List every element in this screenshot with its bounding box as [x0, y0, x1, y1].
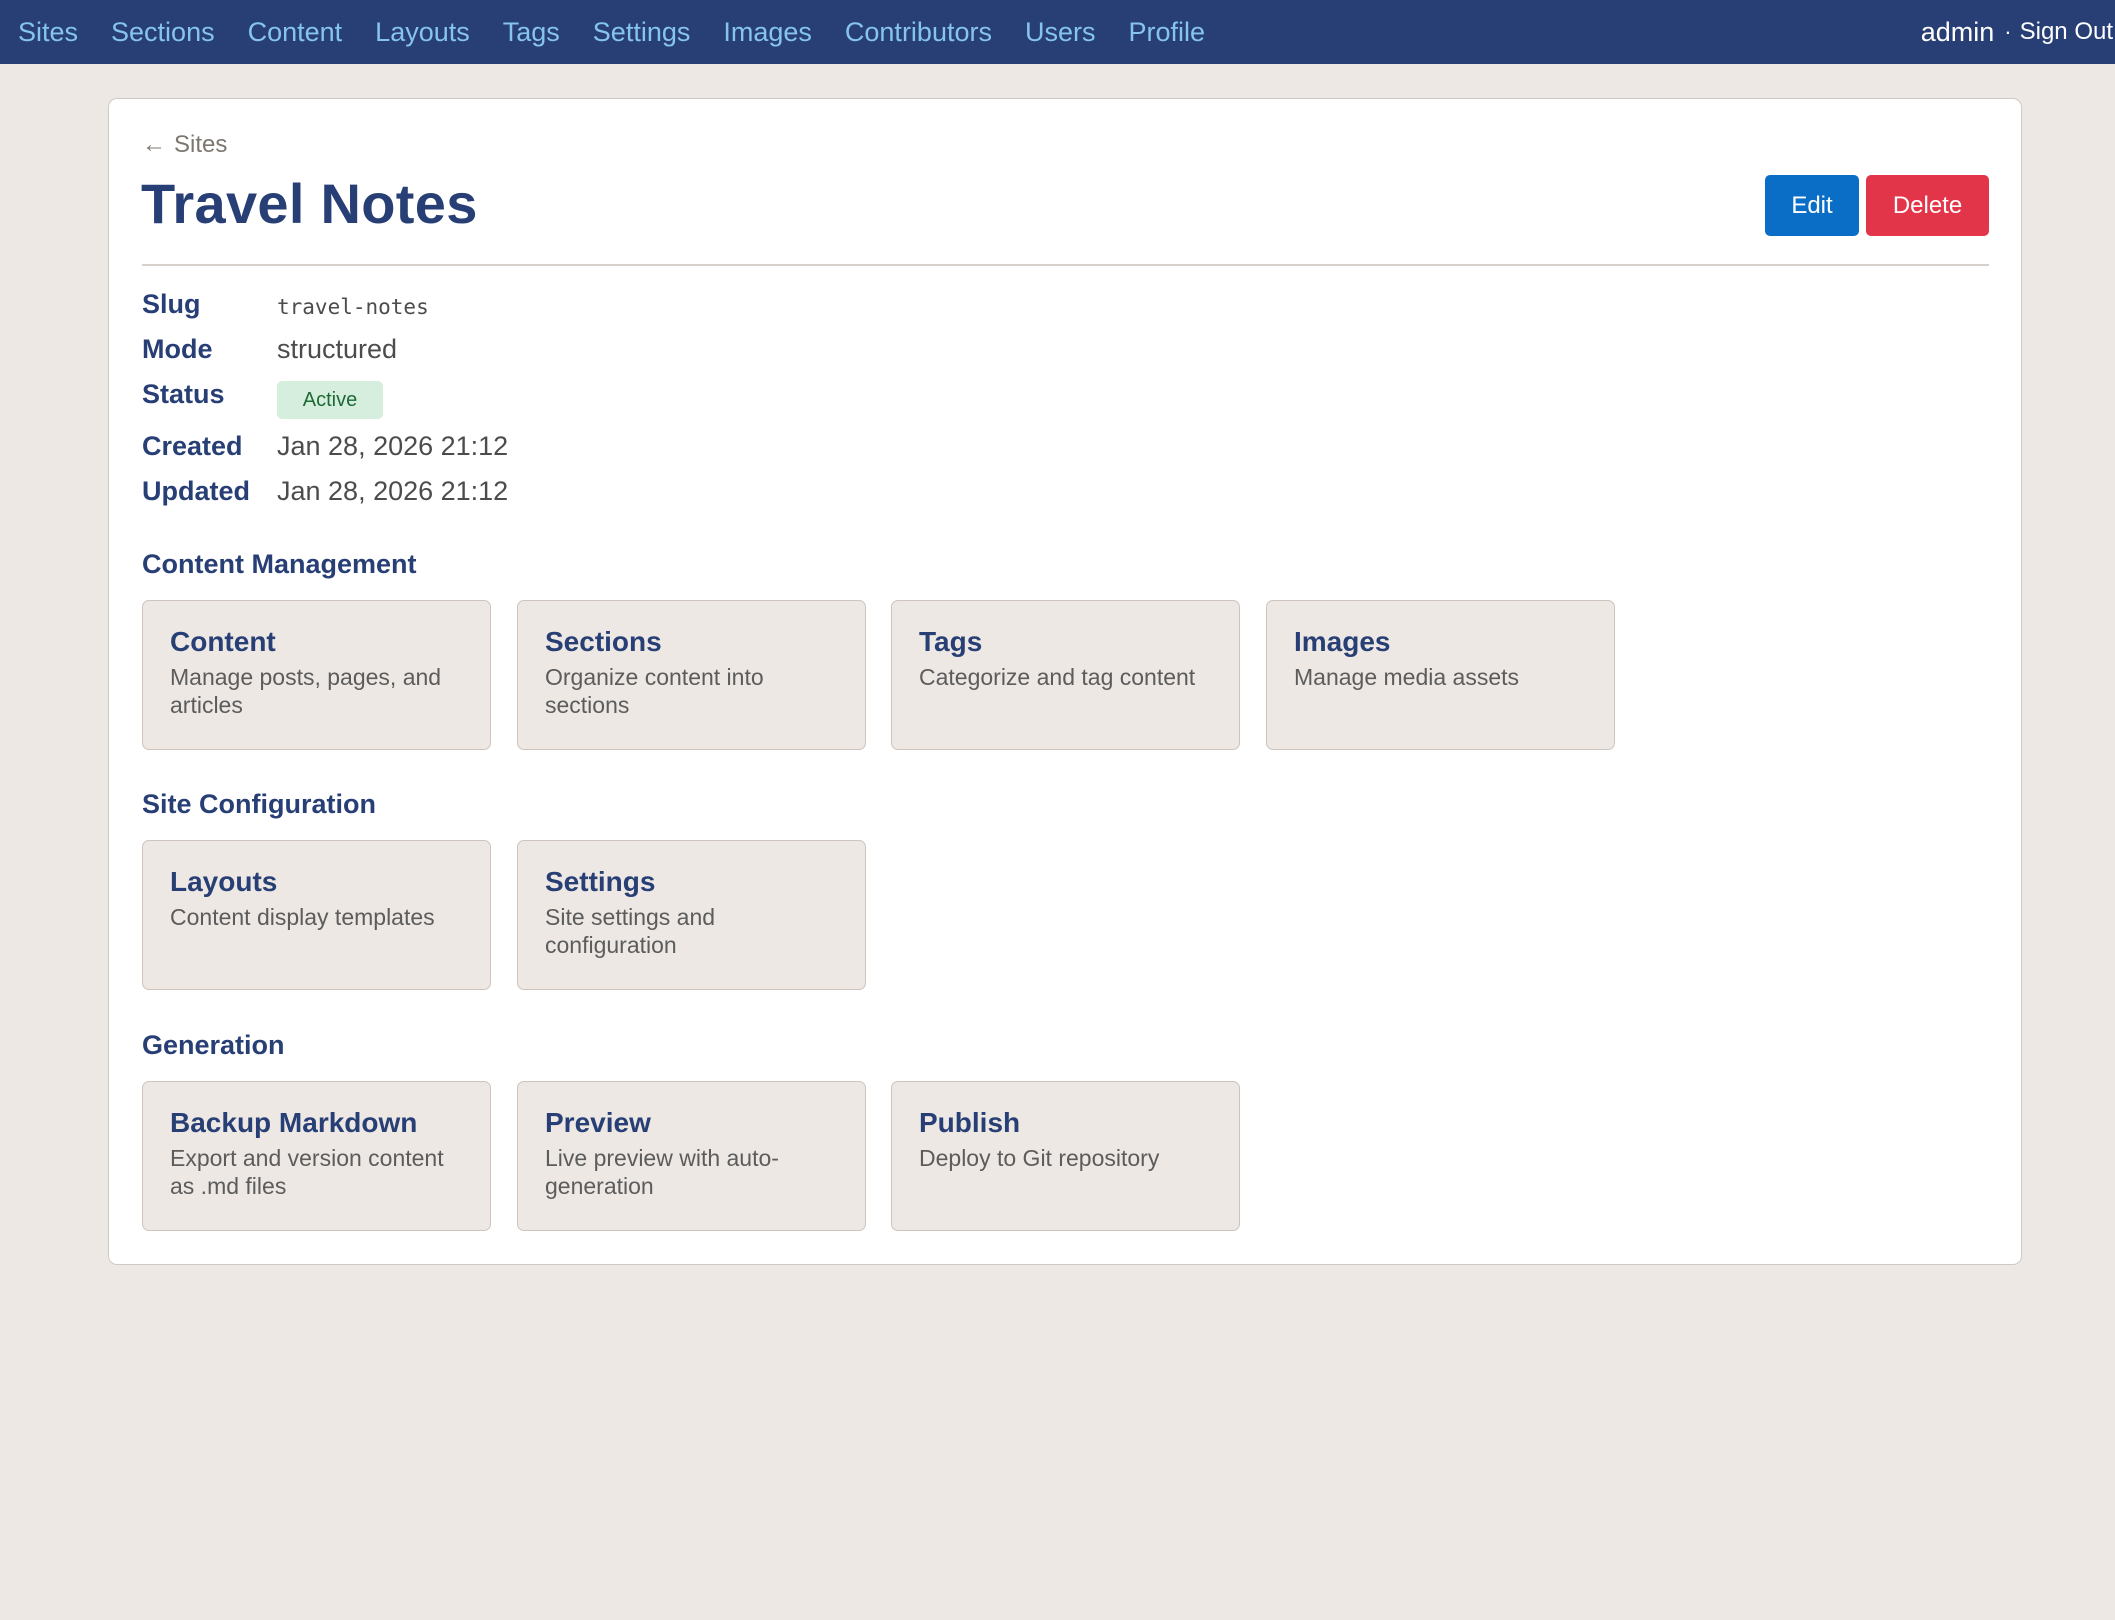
- arrow-left-icon: ←: [142, 131, 166, 158]
- tile-sections[interactable]: Sections Organize content into sections: [517, 600, 866, 750]
- tile-title: Sections: [545, 626, 662, 657]
- status-badge: Active: [277, 381, 383, 419]
- created-value: Jan 28, 2026 21:12: [277, 431, 509, 461]
- nav-profile[interactable]: Profile: [1129, 17, 1206, 48]
- created-label: Created: [142, 431, 243, 461]
- tile-content[interactable]: Content Manage posts, pages, and article…: [142, 600, 491, 750]
- slug-value: travel-notes: [277, 295, 429, 319]
- page-title: Travel Notes: [141, 172, 478, 235]
- user-area: admin · Sign Out: [1921, 0, 2115, 64]
- nav-settings[interactable]: Settings: [593, 17, 691, 48]
- status-label: Status: [142, 379, 225, 409]
- breadcrumb-back-link[interactable]: ← Sites: [142, 131, 227, 159]
- content-management-heading: Content Management: [142, 549, 417, 579]
- tile-description: Content display templates: [170, 904, 435, 930]
- tile-title: Settings: [545, 866, 656, 897]
- tile-description: Live preview with auto-generation: [545, 1145, 779, 1199]
- sign-out-link[interactable]: Sign Out: [2020, 18, 2113, 46]
- tile-description: Manage posts, pages, and articles: [170, 664, 442, 718]
- updated-value: Jan 28, 2026 21:12: [277, 476, 509, 506]
- slug-label: Slug: [142, 289, 201, 319]
- tile-description: Export and version content as .md files: [170, 1145, 444, 1199]
- tile-preview[interactable]: Preview Live preview with auto-generatio…: [517, 1081, 866, 1231]
- nav-content[interactable]: Content: [248, 17, 343, 48]
- tile-description: Categorize and tag content: [919, 664, 1196, 690]
- nav-tags[interactable]: Tags: [503, 17, 560, 48]
- tile-description: Manage media assets: [1294, 664, 1520, 690]
- tile-title: Tags: [919, 626, 983, 657]
- tile-description: Site settings and configuration: [545, 904, 716, 958]
- current-username: admin: [1920, 16, 1995, 47]
- site-detail-card: ← Sites Travel Notes Edit Delete Slug tr…: [108, 98, 2022, 1265]
- nav-contributors[interactable]: Contributors: [845, 17, 992, 48]
- top-nav-links: Sites Sections Content Layouts Tags Sett…: [0, 17, 1238, 48]
- nav-sites[interactable]: Sites: [18, 17, 78, 48]
- separator-dot: ·: [2004, 19, 2012, 44]
- nav-layouts[interactable]: Layouts: [375, 17, 470, 48]
- tile-title: Images: [1294, 626, 1391, 657]
- nav-sections[interactable]: Sections: [111, 17, 215, 48]
- tile-layouts[interactable]: Layouts Content display templates: [142, 840, 491, 990]
- header-divider: [142, 264, 1989, 266]
- tile-title: Publish: [919, 1107, 1021, 1138]
- top-navbar: Sites Sections Content Layouts Tags Sett…: [0, 0, 2115, 64]
- mode-value: structured: [277, 334, 398, 364]
- back-label: Sites: [174, 131, 228, 158]
- nav-users[interactable]: Users: [1025, 17, 1096, 48]
- generation-heading: Generation: [142, 1030, 285, 1060]
- nav-images[interactable]: Images: [723, 17, 812, 48]
- tile-description: Organize content into sections: [545, 664, 764, 718]
- tile-title: Preview: [545, 1107, 651, 1138]
- site-configuration-heading: Site Configuration: [142, 789, 376, 819]
- tile-description: Deploy to Git repository: [919, 1145, 1160, 1171]
- tile-backup-markdown[interactable]: Backup Markdown Export and version conte…: [142, 1081, 491, 1231]
- tile-publish[interactable]: Publish Deploy to Git repository: [891, 1081, 1240, 1231]
- delete-button[interactable]: Delete: [1866, 175, 1989, 236]
- tile-title: Backup Markdown: [170, 1107, 418, 1138]
- tile-images[interactable]: Images Manage media assets: [1266, 600, 1615, 750]
- edit-button[interactable]: Edit: [1765, 175, 1859, 236]
- tile-title: Content: [170, 626, 276, 657]
- mode-label: Mode: [142, 334, 213, 364]
- tile-tags[interactable]: Tags Categorize and tag content: [891, 600, 1240, 750]
- tile-settings[interactable]: Settings Site settings and configuration: [517, 840, 866, 990]
- tile-title: Layouts: [170, 866, 278, 897]
- updated-label: Updated: [142, 476, 250, 506]
